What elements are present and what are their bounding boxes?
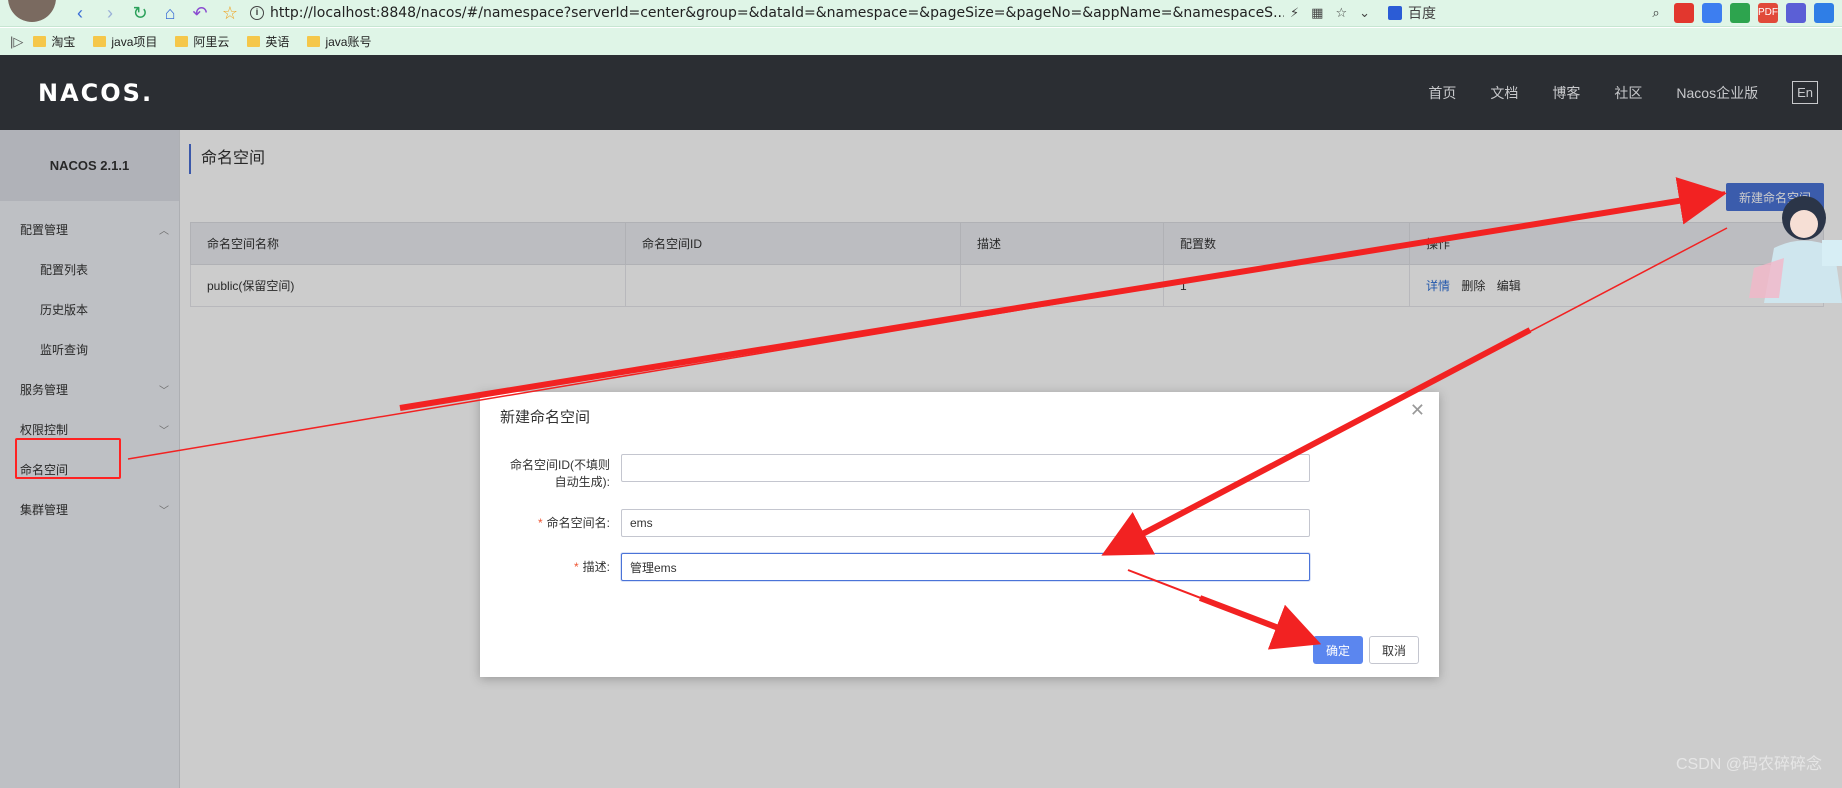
address-bar[interactable]: i http://localhost:8848/nacos/#/namespac… xyxy=(250,2,1370,24)
reload-icon[interactable]: ↻ xyxy=(128,3,152,24)
namespace-id-input[interactable] xyxy=(621,454,1310,482)
lightning-icon[interactable]: ⚡ xyxy=(1290,5,1299,21)
annotation-highlight-box xyxy=(15,438,121,479)
dialog-title: 新建命名空间 xyxy=(500,409,591,426)
chevron-down-icon[interactable]: ⌄ xyxy=(1359,5,1370,21)
qr-icon[interactable]: ▦ xyxy=(1311,5,1323,21)
bookmark-item[interactable]: 英语 xyxy=(247,33,289,50)
required-marker: * xyxy=(573,560,579,574)
folder-icon xyxy=(33,36,47,47)
translate-icon[interactable] xyxy=(1702,3,1722,23)
nav-enterprise[interactable]: Nacos企业版 xyxy=(1676,83,1758,103)
required-marker: * xyxy=(537,516,543,530)
form-row-description: * 描述: 管理ems xyxy=(480,553,1439,581)
nacos-logo[interactable]: NACOS. xyxy=(38,79,153,107)
nav-home[interactable]: 首页 xyxy=(1428,83,1456,103)
nav-blog[interactable]: 博客 xyxy=(1552,83,1580,103)
close-icon[interactable]: ✕ xyxy=(1410,400,1425,421)
folder-icon xyxy=(93,36,107,47)
tool-icon[interactable] xyxy=(1814,3,1834,23)
bookmark-item[interactable]: 淘宝 xyxy=(33,33,75,50)
bookmark-item[interactable]: java账号 xyxy=(307,33,371,50)
pdf-icon[interactable]: PDF xyxy=(1758,3,1778,23)
extension-icon[interactable] xyxy=(1674,3,1694,23)
form-row-namespace-id: 命名空间ID(不填则 自动生成): xyxy=(480,454,1439,491)
form-row-namespace-name: * 命名空间名: ems xyxy=(480,509,1439,537)
forward-icon[interactable]: › xyxy=(98,3,122,24)
bookmarks-toggle-icon[interactable]: |▷ xyxy=(10,34,23,50)
home-icon[interactable]: ⌂ xyxy=(158,3,182,24)
bookmark-item[interactable]: 阿里云 xyxy=(175,33,229,50)
star-icon[interactable]: ☆ xyxy=(218,3,242,24)
namespace-name-input[interactable]: ems xyxy=(621,509,1310,537)
new-namespace-dialog: 新建命名空间 ✕ 命名空间ID(不填则 自动生成): * 命名空间名: ems *… xyxy=(480,392,1439,677)
bookmark-item[interactable]: java项目 xyxy=(93,33,157,50)
undo-icon[interactable]: ↶ xyxy=(188,3,212,24)
profile-avatar[interactable] xyxy=(8,0,56,22)
folder-icon xyxy=(175,36,189,47)
app-header: NACOS. 首页 文档 博客 社区 Nacos企业版 En xyxy=(0,55,1842,130)
info-icon[interactable]: i xyxy=(250,6,264,20)
anime-mascot-image xyxy=(1749,196,1842,303)
nav-docs[interactable]: 文档 xyxy=(1490,83,1518,103)
back-icon[interactable]: ‹ xyxy=(68,3,92,24)
extension-icon-2[interactable] xyxy=(1786,3,1806,23)
nav-community[interactable]: 社区 xyxy=(1614,83,1642,103)
favorite-icon[interactable]: ☆ xyxy=(1335,5,1347,21)
description-label: * 描述: xyxy=(573,560,610,574)
language-switch-button[interactable]: En xyxy=(1792,81,1818,104)
baidu-icon xyxy=(1388,6,1402,20)
namespace-id-label: 命名空间ID(不填则 自动生成): xyxy=(510,458,610,489)
folder-icon xyxy=(307,36,321,47)
search-icon[interactable]: ⌕ xyxy=(1646,3,1666,23)
description-input[interactable]: 管理ems xyxy=(621,553,1310,581)
bookmarks-bar: |▷ 淘宝 java项目 阿里云 英语 java账号 xyxy=(0,28,1842,55)
namespace-name-label: * 命名空间名: xyxy=(537,516,610,530)
apps-icon[interactable] xyxy=(1730,3,1750,23)
browser-toolbar: ‹ › ↻ ⌂ ↶ ☆ i http://localhost:8848/naco… xyxy=(0,0,1842,27)
search-engine[interactable]: 百度 xyxy=(1388,3,1436,23)
search-engine-label: 百度 xyxy=(1408,5,1436,21)
top-nav: 首页 文档 博客 社区 Nacos企业版 En xyxy=(1428,55,1818,130)
url-text[interactable]: http://localhost:8848/nacos/#/namespace?… xyxy=(270,5,1284,21)
watermark: CSDN @码农碎碎念 xyxy=(1675,756,1822,773)
cancel-button[interactable]: 取消 xyxy=(1369,636,1419,664)
confirm-button[interactable]: 确定 xyxy=(1313,636,1363,664)
folder-icon xyxy=(247,36,261,47)
